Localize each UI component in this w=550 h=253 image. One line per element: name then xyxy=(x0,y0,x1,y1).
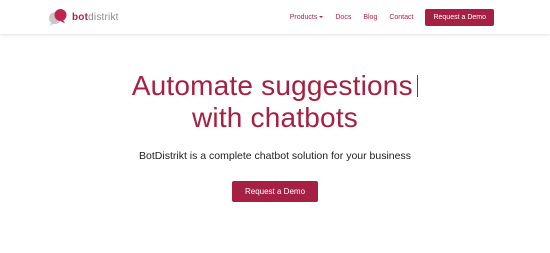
brand-name-part1: bot xyxy=(72,11,89,23)
caret-down-icon xyxy=(319,16,324,18)
hero-title-line2: with chatbots xyxy=(191,102,359,133)
hero-title-line1: Automate suggestions xyxy=(131,70,413,101)
typing-cursor xyxy=(416,75,419,97)
hero-section: Automate suggestions with chatbots BotDi… xyxy=(0,70,550,202)
nav-request-demo-button[interactable]: Request a Demo xyxy=(425,8,494,26)
nav-item-products-label: Products xyxy=(289,13,318,21)
nav-item-docs[interactable]: Docs xyxy=(335,14,351,21)
brand-name: botdistrikt xyxy=(72,12,119,23)
hero-title: Automate suggestions with chatbots xyxy=(0,70,550,134)
brand-name-part2: distrikt xyxy=(88,11,119,23)
hero-request-demo-button[interactable]: Request a Demo xyxy=(231,181,319,202)
nav-item-blog[interactable]: Blog xyxy=(363,14,377,21)
navbar: botdistrikt Products Docs Blog Contact R… xyxy=(0,0,550,34)
brand-logo[interactable]: botdistrikt xyxy=(48,8,119,26)
chat-bubbles-icon xyxy=(48,8,68,26)
nav-item-contact[interactable]: Contact xyxy=(389,14,413,21)
hero-subtitle: BotDistrikt is a complete chatbot soluti… xyxy=(139,150,411,162)
nav-links: Products Docs Blog Contact Request a Dem… xyxy=(278,0,494,34)
nav-item-products[interactable]: Products xyxy=(290,14,324,21)
